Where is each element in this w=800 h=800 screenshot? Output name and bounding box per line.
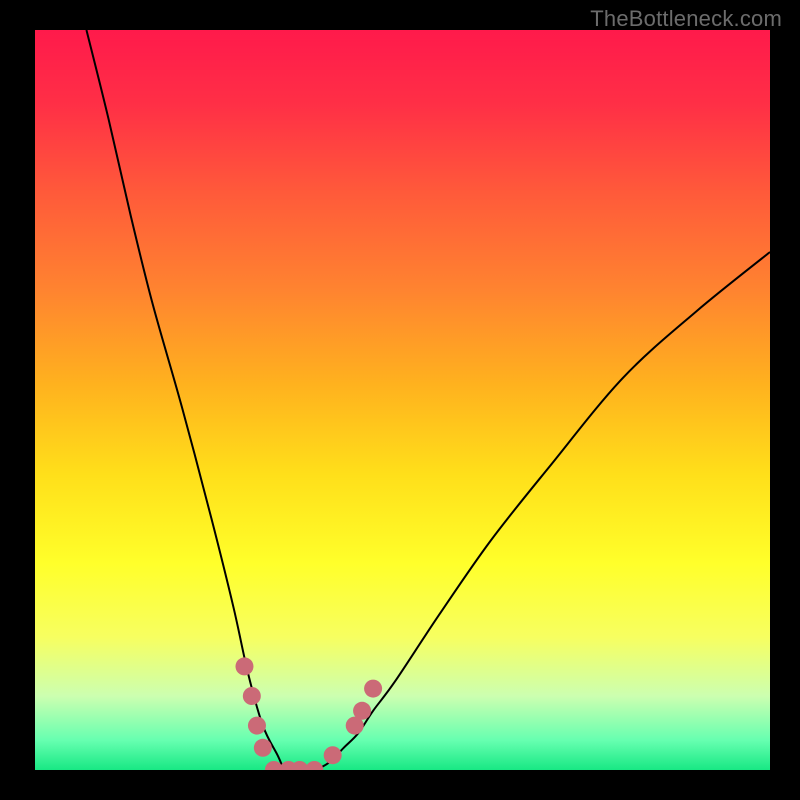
highlight-dot (235, 657, 253, 675)
highlight-markers (235, 657, 382, 770)
highlight-dot (324, 746, 342, 764)
highlight-dot (305, 761, 323, 770)
highlight-dot (248, 717, 266, 735)
highlight-dot (254, 739, 272, 757)
watermark-text: TheBottleneck.com (590, 6, 782, 32)
highlight-dot (243, 687, 261, 705)
highlight-dot (364, 680, 382, 698)
plot-area (35, 30, 770, 770)
curve-line (86, 30, 770, 770)
highlight-dot (353, 702, 371, 720)
bottleneck-curve (35, 30, 770, 770)
chart-frame: TheBottleneck.com (0, 0, 800, 800)
